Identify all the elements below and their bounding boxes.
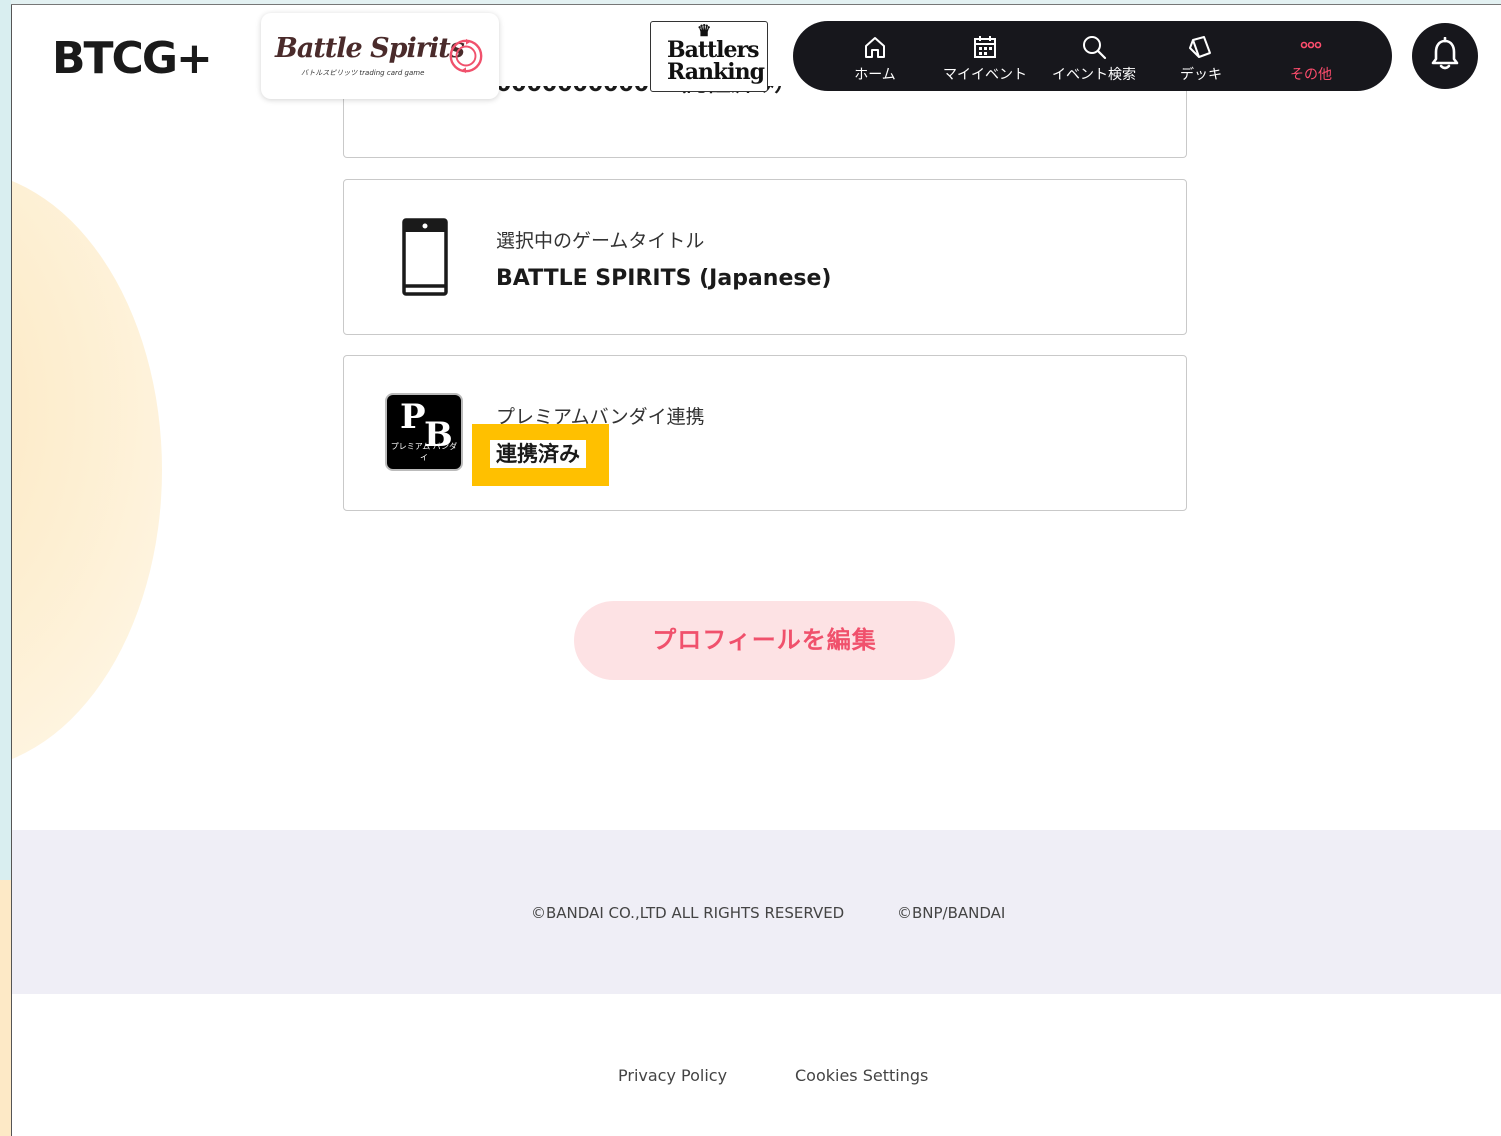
nav-my-events-label: マイイベント [943,67,1027,83]
window-frame-left [0,0,12,1136]
game-title-card: 選択中のゲームタイトル BATTLE SPIRITS (Japanese) [343,179,1187,335]
battlers-ranking-link[interactable]: ♛ Battlers Ranking [650,21,768,92]
premium-bandai-icon: PB プレミアム バンダイ [385,393,463,471]
nav-home-label: ホーム [854,67,896,83]
battle-spirits-logo-sub: バトルスピリッツ trading card game [301,69,425,77]
search-icon [1083,36,1107,60]
linked-status-badge: 連携済み [490,440,586,468]
game-title-value: BATTLE SPIRITS (Japanese) [496,266,832,291]
battle-spirits-logo: Battle Spirits [275,33,465,64]
nav-deck[interactable]: デッキ [1163,21,1239,91]
cards-icon [1189,36,1211,58]
nav-home[interactable]: ホーム [833,21,917,91]
nav-event-search[interactable]: イベント検索 [1045,21,1143,91]
card-sleeve-icon [402,218,448,296]
footer: ©BANDAI CO.,LTD ALL RIGHTS RESERVED ©BNP… [12,830,1501,994]
nav-my-events[interactable]: マイイベント [935,21,1035,91]
header: BTCG+ Battle Spirits バトルスピリッツ trading ca… [12,5,1501,105]
notification-button[interactable] [1412,23,1478,89]
nav-other-label: その他 [1290,67,1332,83]
linked-status-highlight: 連携済み [472,424,609,486]
nav-other[interactable]: その他 [1273,21,1349,91]
premium-bandai-card: PB プレミアム バンダイ プレミアムバンダイ連携 連携済み [343,355,1187,511]
main-nav: ホーム マイイベント イベント検索 デッキ その他 [793,21,1392,91]
calendar-icon [974,36,996,58]
cookies-settings-link[interactable]: Cookies Settings [795,1066,928,1085]
copyright-bandai: ©BANDAI CO.,LTD ALL RIGHTS RESERVED [531,904,845,922]
game-title-label: 選択中のゲームタイトル [496,230,705,252]
copyright-bnp: ©BNP/BANDAI [897,904,1006,922]
switch-icon[interactable] [447,37,485,75]
more-icon [1300,41,1322,49]
nav-event-search-label: イベント検索 [1052,67,1136,83]
home-icon [865,37,885,58]
battlers-line2: Ranking [667,59,765,85]
bell-icon [1431,37,1459,70]
game-title-switcher[interactable]: Battle Spirits バトルスピリッツ trading card gam… [261,13,499,99]
nav-deck-label: デッキ [1180,67,1222,83]
site-logo[interactable]: BTCG+ [52,37,213,81]
privacy-policy-link[interactable]: Privacy Policy [618,1066,727,1085]
decorative-background [12,0,312,830]
edit-profile-button[interactable]: プロフィールを編集 [574,601,955,680]
